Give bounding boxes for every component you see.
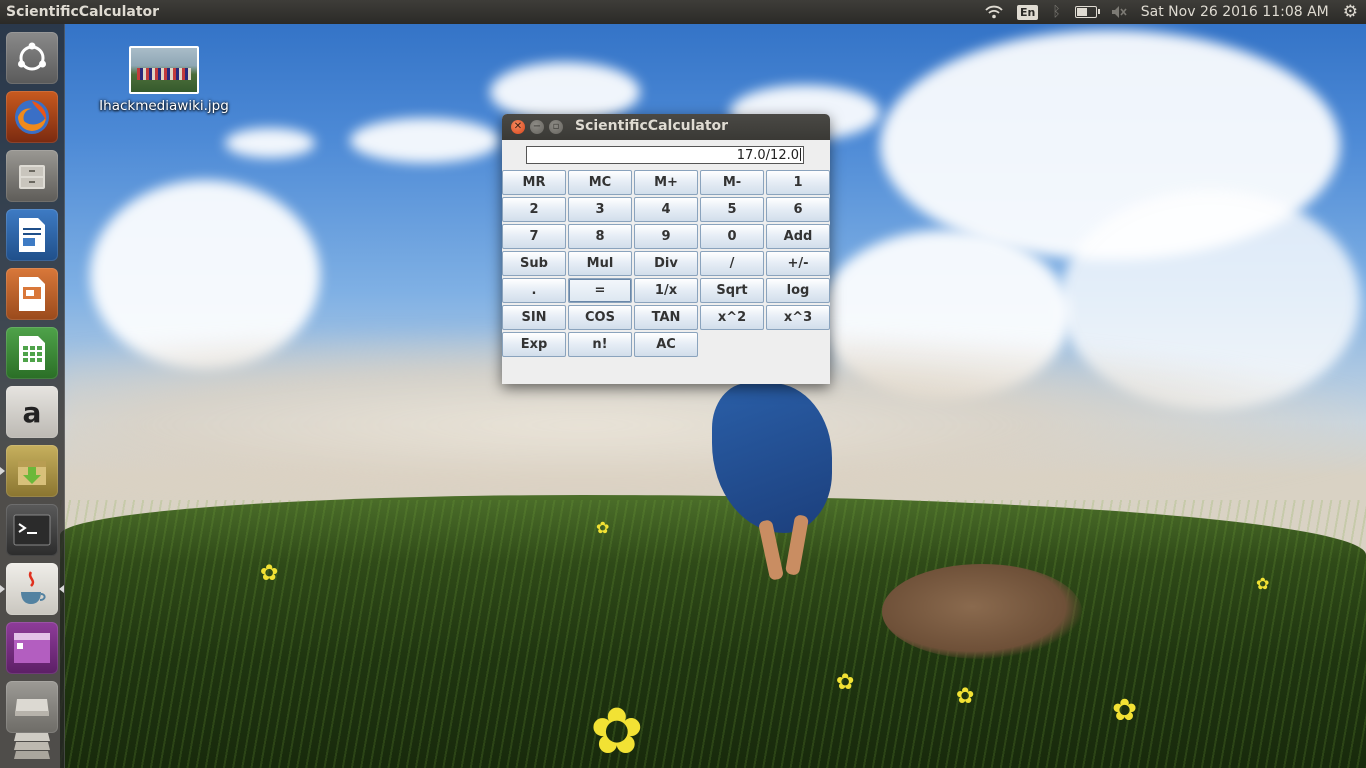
key-4-button[interactable]: 4: [634, 197, 698, 222]
wifi-icon[interactable]: [985, 5, 1003, 19]
key-7-button[interactable]: 7: [502, 224, 566, 249]
active-app-title: ScientificCalculator: [6, 4, 160, 20]
wallpaper-dog: [882, 564, 1082, 659]
key-sqrt-button[interactable]: Sqrt: [700, 278, 764, 303]
gear-icon[interactable]: ⚙: [1343, 2, 1358, 22]
key-log-button[interactable]: log: [766, 278, 830, 303]
key-mr-button[interactable]: MR: [502, 170, 566, 195]
key-0-button[interactable]: 0: [700, 224, 764, 249]
wallpaper-grass-texture: [60, 500, 1366, 768]
running-indicator: [0, 585, 5, 593]
key-equals-button[interactable]: =: [568, 278, 632, 303]
key-6-button[interactable]: 6: [766, 197, 830, 222]
battery-icon[interactable]: [1074, 6, 1100, 18]
wallpaper-cloud: [490, 62, 640, 122]
desktop-file-icon[interactable]: Ihackmediawiki.jpg: [96, 46, 232, 114]
battery-level-fill: [1076, 8, 1087, 16]
key-add-button[interactable]: Add: [766, 224, 830, 249]
key-div-button[interactable]: Div: [634, 251, 698, 276]
image-thumbnail: [129, 46, 199, 94]
key-ac-button[interactable]: AC: [634, 332, 698, 357]
key-slash-button[interactable]: /: [700, 251, 764, 276]
keyboard-layout-indicator[interactable]: En: [1017, 4, 1039, 20]
desktop-file-label: Ihackmediawiki.jpg: [99, 98, 229, 114]
wallpaper-cloud: [225, 128, 315, 158]
display-area: 17.0/12.0: [502, 140, 830, 170]
bluetooth-icon[interactable]: ᛒ: [1052, 4, 1060, 20]
ubuntu-logo-icon[interactable]: [6, 32, 58, 84]
key-cos-button[interactable]: COS: [568, 305, 632, 330]
window-titlebar[interactable]: ✕ − ▫ ScientificCalculator: [502, 114, 830, 140]
key-1-button[interactable]: 1: [766, 170, 830, 195]
wallpaper-flower: ✿: [1112, 693, 1138, 728]
key-5-button[interactable]: 5: [700, 197, 764, 222]
package-download-icon[interactable]: [0, 445, 58, 497]
clock[interactable]: Sat Nov 26 2016 11:08 AM: [1141, 4, 1329, 20]
key-mul-button[interactable]: Mul: [568, 251, 632, 276]
terminal-icon[interactable]: [6, 504, 58, 556]
key-dot-button[interactable]: .: [502, 278, 566, 303]
key-exp-button[interactable]: Exp: [502, 332, 566, 357]
stack-icon[interactable]: [6, 726, 58, 766]
display-value: 17.0/12.0: [736, 148, 799, 163]
running-indicator: [0, 467, 5, 475]
wallpaper-flower: ✿: [590, 695, 644, 768]
wallpaper-flower: ✿: [596, 518, 610, 537]
firefox-icon[interactable]: [6, 91, 58, 143]
focused-indicator: [59, 585, 64, 593]
calc-spreadsheet-icon[interactable]: [6, 327, 58, 379]
key-3-button[interactable]: 3: [568, 197, 632, 222]
wallpaper-flower: ✿: [956, 684, 975, 709]
key-8-button[interactable]: 8: [568, 224, 632, 249]
key-x-pow-3-button[interactable]: x^3: [766, 305, 830, 330]
key-tan-button[interactable]: TAN: [634, 305, 698, 330]
calculator-display[interactable]: 17.0/12.0: [526, 146, 804, 164]
close-icon[interactable]: ✕: [511, 120, 525, 134]
wallpaper-flower: ✿: [1256, 574, 1270, 593]
calculator-window: ✕ − ▫ ScientificCalculator 17.0/12.0 MR M…: [502, 114, 830, 384]
key-2-button[interactable]: 2: [502, 197, 566, 222]
writer-document-icon[interactable]: [6, 209, 58, 261]
wallpaper-flower: ✿: [836, 670, 855, 695]
key-9-button[interactable]: 9: [634, 224, 698, 249]
volume-muted-icon[interactable]: [1111, 5, 1127, 19]
unity-launcher: a: [0, 24, 65, 768]
key-sub-button[interactable]: Sub: [502, 251, 566, 276]
file-cabinet-icon[interactable]: [6, 150, 58, 202]
key-m-minus-button[interactable]: M-: [700, 170, 764, 195]
top-panel: ScientificCalculator En ᛒ Sat Nov 26 201…: [0, 0, 1366, 24]
window-title: ScientificCalculator: [575, 118, 729, 134]
key-sin-button[interactable]: SIN: [502, 305, 566, 330]
maximize-icon[interactable]: ▫: [549, 120, 563, 134]
key-1-slash-x-button[interactable]: 1/x: [634, 278, 698, 303]
workspace-icon[interactable]: [6, 622, 58, 674]
wallpaper-cloud: [350, 118, 500, 163]
text-caret: [800, 148, 801, 161]
indicator-area: En ᛒ Sat Nov 26 2016 11:08 AM ⚙: [985, 0, 1358, 24]
key-x-pow-2-button[interactable]: x^2: [700, 305, 764, 330]
key-m-plus-button[interactable]: M+: [634, 170, 698, 195]
key-mc-button[interactable]: MC: [568, 170, 632, 195]
key-plus-slash-minus-button[interactable]: +/-: [766, 251, 830, 276]
key-n-factorial-button[interactable]: n!: [568, 332, 632, 357]
impress-presentation-icon[interactable]: [6, 268, 58, 320]
minimize-icon[interactable]: −: [530, 120, 544, 134]
amazon-logo-icon[interactable]: a: [6, 386, 58, 438]
java-cup-icon[interactable]: [0, 563, 64, 615]
wallpaper-flower: ✿: [260, 561, 279, 586]
